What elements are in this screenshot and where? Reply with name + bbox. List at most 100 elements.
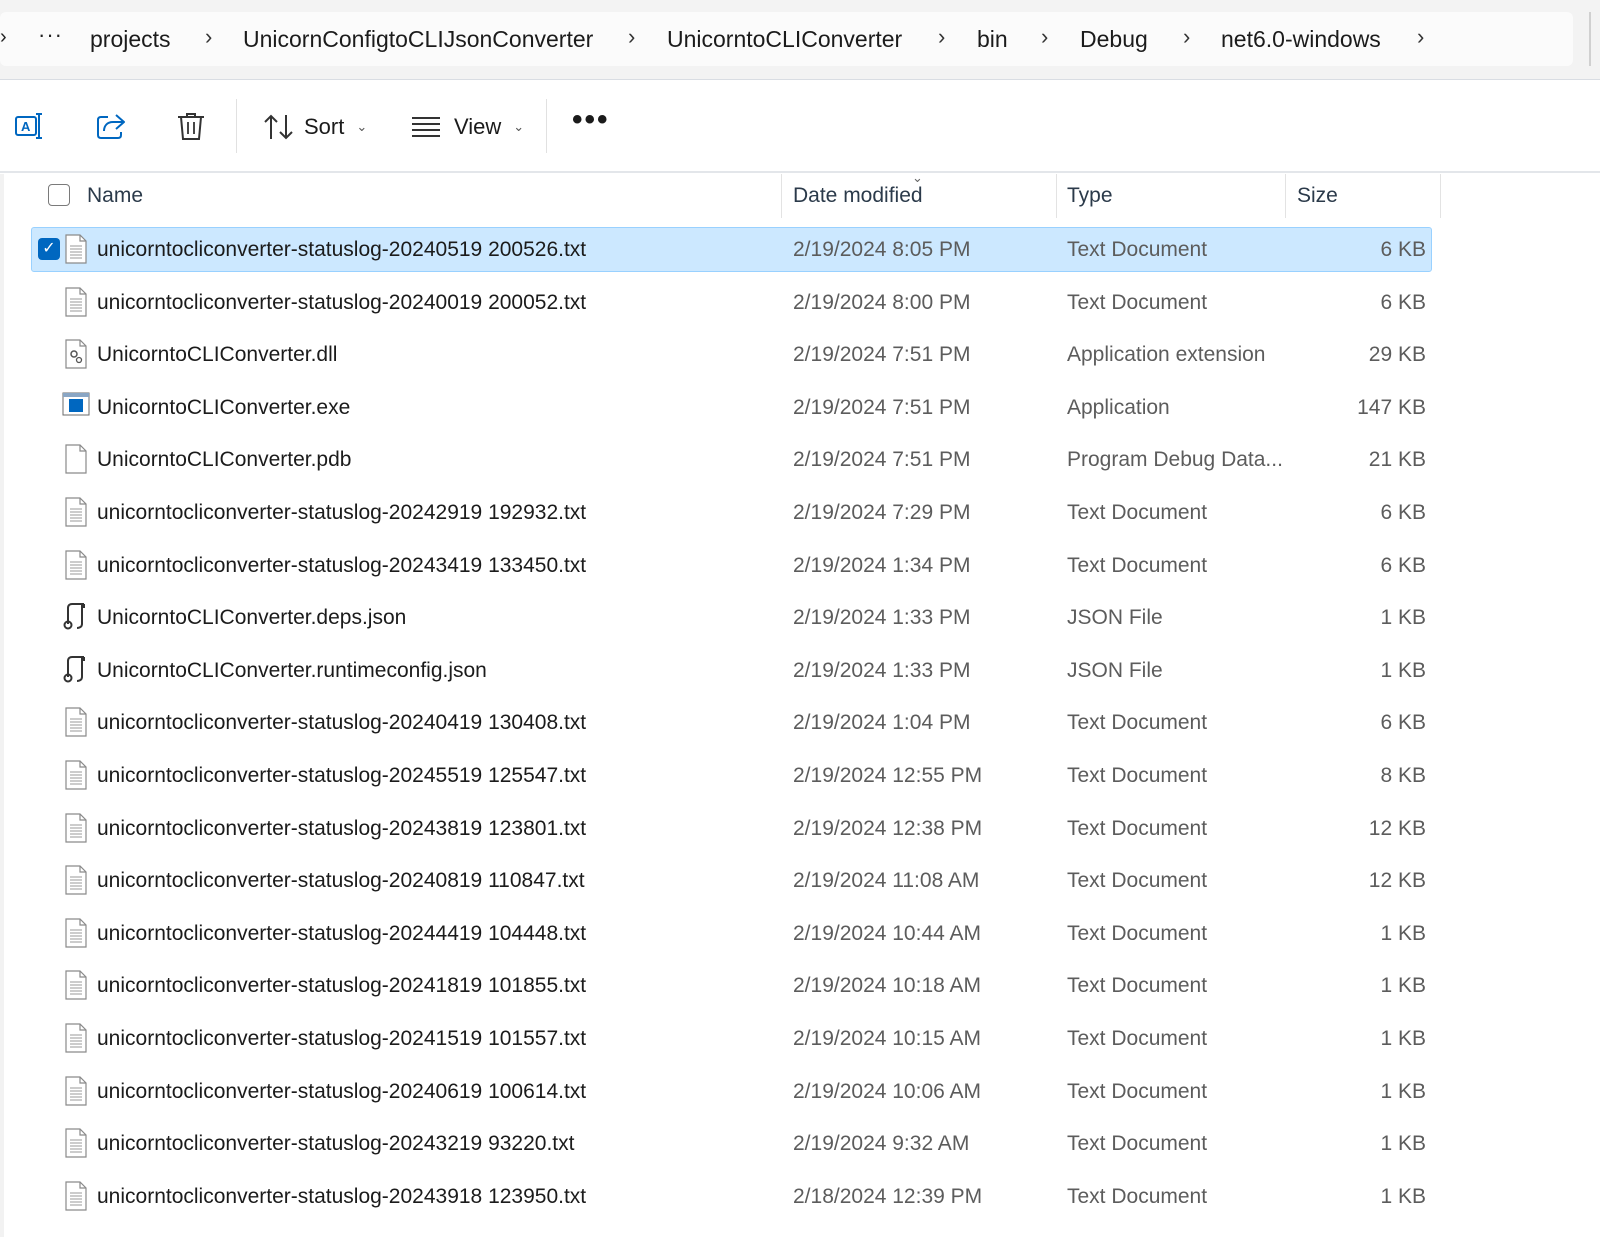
file-size: 8 KB [1380, 763, 1426, 787]
breadcrumb-separator-icon[interactable]: › [1417, 24, 1424, 50]
file-name[interactable]: unicorntocliconverter-statuslog-20240819… [97, 869, 585, 893]
column-header-size[interactable]: Size [1297, 184, 1338, 208]
file-name[interactable]: unicorntocliconverter-statuslog-20240419… [97, 711, 586, 735]
file-row[interactable]: UnicorntoCLIConverter.runtimeconfig.json… [0, 648, 1600, 701]
file-name[interactable]: unicorntocliconverter-statuslog-20243918… [97, 1185, 586, 1209]
text-file-icon [64, 286, 88, 317]
file-row[interactable]: unicorntocliconverter-statuslog-20240619… [0, 1069, 1600, 1122]
file-name[interactable]: unicorntocliconverter-statuslog-20241819… [97, 974, 586, 998]
file-name[interactable]: UnicorntoCLIConverter.deps.json [97, 606, 406, 630]
file-date-modified: 2/19/2024 10:44 AM [793, 921, 981, 945]
file-name[interactable]: UnicorntoCLIConverter.dll [97, 343, 337, 367]
file-row[interactable]: unicorntocliconverter-statuslog-20241519… [0, 1016, 1600, 1069]
file-size: 1 KB [1380, 1184, 1426, 1208]
text-file-icon [64, 707, 88, 737]
file-date-modified: 2/19/2024 10:18 AM [793, 974, 981, 998]
file-type: Text Document [1067, 921, 1208, 945]
file-row[interactable]: unicorntocliconverter-statuslog-20240419… [0, 700, 1600, 753]
column-divider[interactable] [1440, 174, 1441, 218]
file-name[interactable]: unicorntocliconverter-statuslog-20243819… [97, 817, 586, 841]
file-name[interactable]: unicorntocliconverter-statuslog-20240519… [97, 238, 586, 262]
column-header-type[interactable]: Type [1067, 184, 1113, 208]
breadcrumb-item-net6[interactable]: net6.0-windows [1221, 26, 1381, 53]
row-checkbox[interactable]: ✓ [38, 238, 60, 260]
file-name[interactable]: UnicorntoCLIConverter.pdb [97, 448, 351, 472]
trash-icon[interactable] [174, 109, 208, 143]
svg-text:A: A [21, 119, 31, 134]
breadcrumb-item-projects[interactable]: projects [90, 26, 171, 53]
file-row[interactable]: unicorntocliconverter-statuslog-20243419… [0, 543, 1600, 596]
file-type: Text Document [1067, 816, 1208, 840]
file-name[interactable]: unicorntocliconverter-statuslog-20244419… [97, 922, 586, 946]
file-date-modified: 2/19/2024 7:29 PM [793, 500, 971, 524]
file-list: ✓ unicorntocliconverter-statuslog-2024051… [0, 227, 1600, 1226]
file-name[interactable]: unicorntocliconverter-statuslog-20240619… [97, 1080, 586, 1104]
breadcrumb-separator-icon[interactable]: › [205, 24, 212, 50]
chevron-down-icon: ⌄ [513, 119, 525, 134]
text-file-icon [64, 865, 88, 895]
file-date-modified: 2/19/2024 11:08 AM [793, 869, 980, 893]
file-row[interactable]: unicorntocliconverter-statuslog-20241819… [0, 963, 1600, 1016]
file-date-modified: 2/19/2024 1:33 PM [793, 658, 971, 682]
more-options-button[interactable]: ••• [572, 103, 610, 137]
file-row[interactable]: UnicorntoCLIConverter.pdb 2/19/2024 7:51 … [0, 437, 1600, 490]
file-name[interactable]: unicorntocliconverter-statuslog-20242919… [97, 501, 586, 525]
breadcrumb-item-project[interactable]: UnicorntoCLIConverter [667, 26, 902, 53]
breadcrumb-separator-icon[interactable]: › [628, 24, 635, 50]
file-row[interactable]: unicorntocliconverter-statuslog-20240019… [0, 280, 1600, 333]
sort-button[interactable]: Sort ⌄ [262, 107, 367, 147]
file-name[interactable]: unicorntocliconverter-statuslog-20243419… [97, 554, 586, 578]
breadcrumb-item-debug[interactable]: Debug [1080, 26, 1148, 53]
text-file-icon [64, 549, 88, 580]
file-date-modified: 2/19/2024 7:51 PM [793, 395, 971, 419]
text-file-icon [64, 760, 88, 790]
breadcrumb-item-bin[interactable]: bin [977, 26, 1008, 53]
file-type: JSON File [1067, 658, 1163, 682]
file-type: Program Debug Data... [1067, 448, 1283, 472]
file-row[interactable]: unicorntocliconverter-statuslog-20244419… [0, 911, 1600, 964]
file-size: 1 KB [1380, 1079, 1426, 1103]
file-row[interactable]: unicorntocliconverter-statuslog-20243219… [0, 1121, 1600, 1174]
file-date-modified: 2/19/2024 10:15 AM [793, 1026, 981, 1050]
blank-file-icon [64, 444, 88, 474]
file-type: Application extension [1067, 343, 1266, 367]
file-name[interactable]: unicorntocliconverter-statuslog-20241519… [97, 1027, 586, 1051]
view-button[interactable]: View ⌄ [410, 107, 524, 147]
dll-file-icon [64, 339, 88, 369]
file-size: 29 KB [1368, 343, 1426, 367]
file-row[interactable]: ✓ unicorntocliconverter-statuslog-2024051… [0, 227, 1600, 280]
select-all-checkbox[interactable] [48, 184, 70, 206]
file-row[interactable]: unicorntocliconverter-statuslog-20243819… [0, 806, 1600, 859]
file-row[interactable]: unicorntocliconverter-statuslog-20240819… [0, 858, 1600, 911]
file-row[interactable]: unicorntocliconverter-statuslog-20243918… [0, 1174, 1600, 1227]
file-row[interactable]: UnicorntoCLIConverter.exe 2/19/2024 7:51 … [0, 385, 1600, 438]
file-size: 1 KB [1380, 606, 1426, 630]
column-header-date[interactable]: Date modified [793, 184, 923, 208]
toolbar-separator [236, 99, 237, 153]
file-name[interactable]: UnicorntoCLIConverter.runtimeconfig.json [97, 659, 487, 683]
file-name[interactable]: unicorntocliconverter-statuslog-20240019… [97, 291, 586, 315]
file-row[interactable]: unicorntocliconverter-statuslog-20245519… [0, 753, 1600, 806]
column-header-name[interactable]: Name [87, 184, 143, 208]
column-divider[interactable] [1056, 174, 1057, 218]
breadcrumb-separator-icon[interactable]: › [1183, 24, 1190, 50]
breadcrumb-separator-icon[interactable]: › [938, 24, 945, 50]
view-label: View [454, 114, 502, 139]
breadcrumb-separator-icon[interactable]: › [1041, 24, 1048, 50]
file-name[interactable]: UnicorntoCLIConverter.exe [97, 396, 350, 420]
exe-file-icon [62, 392, 90, 422]
file-name[interactable]: unicorntocliconverter-statuslog-20245519… [97, 764, 586, 788]
share-icon[interactable] [94, 109, 128, 143]
breadcrumb-back-chevron-icon[interactable]: › [0, 26, 7, 49]
breadcrumb-item-solution[interactable]: UnicornConfigtoCLIJsonConverter [243, 26, 593, 53]
file-row[interactable]: UnicorntoCLIConverter.deps.json 2/19/2024… [0, 595, 1600, 648]
toolbar-separator [546, 99, 547, 153]
column-divider[interactable] [781, 174, 782, 218]
column-divider[interactable] [1285, 174, 1286, 218]
breadcrumb-overflow-button[interactable]: ··· [38, 22, 63, 48]
rename-icon[interactable]: A [12, 109, 46, 143]
file-name[interactable]: unicorntocliconverter-statuslog-20243219… [97, 1132, 574, 1156]
file-row[interactable]: UnicorntoCLIConverter.dll 2/19/2024 7:51 … [0, 332, 1600, 385]
sort-label: Sort [304, 114, 345, 139]
file-row[interactable]: unicorntocliconverter-statuslog-20242919… [0, 490, 1600, 543]
